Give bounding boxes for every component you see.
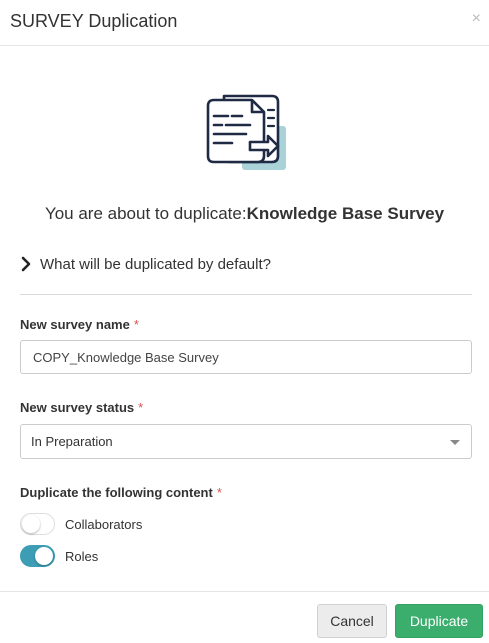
roles-toggle-label: Roles bbox=[65, 548, 99, 564]
dialog-title: SURVEY Duplication bbox=[10, 11, 178, 31]
duplicate-document-icon bbox=[206, 94, 286, 170]
collaborators-toggle-row: Collaborators bbox=[20, 512, 142, 536]
collaborators-toggle[interactable] bbox=[20, 513, 55, 535]
survey-status-label: New survey status * bbox=[20, 400, 144, 415]
roles-toggle-row: Roles bbox=[20, 544, 98, 568]
required-marker: * bbox=[216, 485, 222, 500]
headline-survey-name: Knowledge Base Survey bbox=[246, 204, 445, 223]
dialog-header: SURVEY Duplication × bbox=[0, 0, 489, 46]
toggle-knob bbox=[35, 547, 53, 565]
section-divider bbox=[20, 294, 472, 295]
toggle-knob bbox=[22, 515, 40, 533]
required-marker: * bbox=[133, 317, 139, 332]
survey-duplication-dialog: SURVEY Duplication × You are about to du… bbox=[0, 0, 489, 643]
duplicate-headline: You are about to duplicate:Knowledge Bas… bbox=[0, 204, 489, 224]
survey-status-value: In Preparation bbox=[31, 434, 113, 449]
cancel-button[interactable]: Cancel bbox=[317, 604, 387, 638]
close-icon[interactable]: × bbox=[472, 10, 481, 28]
required-marker: * bbox=[138, 400, 144, 415]
survey-name-label: New survey name * bbox=[20, 317, 139, 332]
duplication-details-toggle[interactable]: What will be duplicated by default? bbox=[20, 254, 271, 274]
collaborators-toggle-label: Collaborators bbox=[65, 516, 143, 532]
survey-name-input[interactable] bbox=[20, 340, 472, 374]
caret-down-icon bbox=[450, 440, 460, 445]
duplicate-button[interactable]: Duplicate bbox=[395, 604, 483, 638]
duplication-details-label: What will be duplicated by default? bbox=[40, 255, 271, 273]
roles-toggle[interactable] bbox=[20, 545, 55, 567]
dialog-footer: Cancel Duplicate bbox=[0, 591, 489, 643]
survey-status-select[interactable]: In Preparation bbox=[20, 424, 472, 459]
duplicate-content-label: Duplicate the following content * bbox=[20, 485, 222, 500]
headline-prefix: You are about to duplicate: bbox=[44, 204, 247, 223]
chevron-right-icon bbox=[21, 256, 31, 272]
